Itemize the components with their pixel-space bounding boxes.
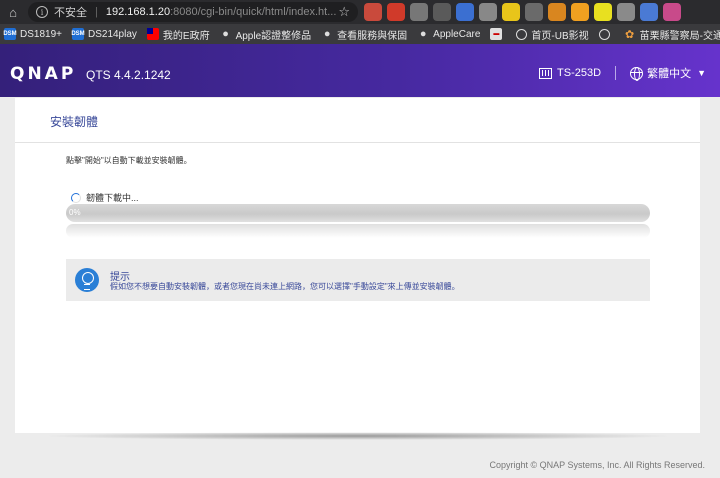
apple-icon: ● bbox=[419, 28, 427, 40]
apple-icon: ● bbox=[323, 28, 331, 40]
instruction-text: 點擊"開始"以自動下載並安裝韌體。 bbox=[66, 156, 192, 165]
browser-toolbar: ⌂ i 不安全 | 192.168.1.20 :8080/cgi-bin/qui… bbox=[0, 0, 720, 24]
extension-icon[interactable] bbox=[548, 3, 566, 21]
bookmark-item[interactable] bbox=[598, 28, 614, 40]
copyright: Copyright © QNAP Systems, Inc. All Right… bbox=[489, 460, 705, 470]
bookmark-label: DS1819+ bbox=[20, 28, 62, 40]
bookmark-label: 首页-UB影视 bbox=[531, 30, 589, 42]
bookmark-label: AppleCare bbox=[433, 28, 481, 40]
progress-label: 0% bbox=[69, 208, 81, 217]
bookmark-icon: ▬ bbox=[490, 28, 503, 40]
extension-icon[interactable] bbox=[640, 3, 658, 21]
bookmark-item[interactable]: ● 查看服務與保固 bbox=[321, 27, 407, 42]
extensions-bar bbox=[364, 3, 681, 21]
extension-icon[interactable] bbox=[456, 3, 474, 21]
page-title: 安裝韌體 bbox=[50, 115, 99, 129]
download-status-text: 韌體下載中... bbox=[86, 193, 139, 203]
lightbulb-icon bbox=[75, 268, 99, 292]
bookmark-item[interactable]: DSM DS1819+ bbox=[3, 28, 62, 40]
flower-icon: ✿ bbox=[625, 28, 635, 41]
extension-icon[interactable] bbox=[617, 3, 635, 21]
bookmark-item[interactable]: ● Apple認證整修品 bbox=[220, 27, 312, 42]
security-label: 不安全 bbox=[54, 7, 87, 19]
progress-reflection bbox=[66, 224, 650, 238]
language-selector[interactable]: 繁體中文 bbox=[647, 65, 691, 81]
extension-icon[interactable] bbox=[433, 3, 451, 21]
bookmark-item[interactable]: ▬ bbox=[490, 28, 506, 40]
tip-box: 提示 假如您不想要自動安裝韌體，或者您現在尚未連上網路，您可以選擇"手動設定"來… bbox=[66, 259, 650, 301]
download-status: 韌體下載中... bbox=[71, 191, 139, 204]
bookmark-label: 查看服務與保固 bbox=[337, 30, 408, 42]
chevron-down-icon[interactable]: ▼ bbox=[697, 68, 706, 78]
bookmark-label: Apple認證整修品 bbox=[235, 30, 312, 42]
bookmark-item[interactable]: 首页-UB影视 bbox=[516, 27, 589, 42]
extension-icon[interactable] bbox=[571, 3, 589, 21]
model-name: TS-253D bbox=[557, 67, 602, 79]
extension-icon[interactable] bbox=[525, 3, 543, 21]
dsm-icon: DSM bbox=[3, 28, 17, 40]
url-host: 192.168.1.20 bbox=[105, 6, 171, 18]
progress-bar: 0% bbox=[66, 204, 650, 222]
bookmark-item[interactable]: ● AppleCare bbox=[417, 28, 481, 40]
bookmark-item[interactable]: ✿ 苗栗縣警察局-交通... bbox=[624, 27, 720, 42]
spinner-icon bbox=[71, 192, 81, 203]
bookmark-label: 我的E政府 bbox=[162, 30, 210, 42]
globe-icon bbox=[516, 28, 528, 40]
extension-icon[interactable] bbox=[663, 3, 681, 21]
qnap-logo: QNAP bbox=[10, 64, 77, 84]
bookmark-item[interactable]: DSM DS214play bbox=[71, 28, 137, 40]
globe-icon bbox=[598, 28, 610, 40]
bookmark-label: DS214play bbox=[87, 28, 137, 40]
install-firmware-card: 安裝韌體 點擊"開始"以自動下載並安裝韌體。 韌體下載中... 0% 提示 假如… bbox=[15, 98, 700, 433]
separator: | bbox=[95, 6, 98, 18]
extension-icon[interactable] bbox=[479, 3, 497, 21]
extension-icon[interactable] bbox=[364, 3, 382, 21]
bookmark-label: 苗栗縣警察局-交通... bbox=[639, 30, 720, 42]
divider bbox=[15, 142, 700, 143]
bookmarks-bar: DSM DS1819+ DSM DS214play 我的E政府 ● Apple認證整修… bbox=[0, 24, 720, 44]
server-icon bbox=[539, 67, 553, 79]
info-icon[interactable]: i bbox=[36, 6, 48, 18]
tip-text: 假如您不想要自動安裝韌體，或者您現在尚未連上網路，您可以選擇"手動設定"來上傳並… bbox=[110, 282, 460, 291]
extension-icon[interactable] bbox=[594, 3, 612, 21]
card-shadow bbox=[40, 432, 676, 440]
extension-icon[interactable] bbox=[502, 3, 520, 21]
qnap-header: QNAP QTS 4.4.2.1242 TS-253D 繁體中文 ▼ bbox=[0, 44, 720, 97]
qts-version: QTS 4.4.2.1242 bbox=[86, 68, 171, 82]
globe-icon[interactable] bbox=[630, 66, 644, 81]
header-right: TS-253D 繁體中文 ▼ bbox=[539, 65, 706, 81]
header-divider bbox=[615, 66, 617, 80]
url-path: :8080/cgi-bin/quick/html/index.ht... bbox=[170, 6, 337, 18]
address-bar[interactable]: i 不安全 | 192.168.1.20 :8080/cgi-bin/quick… bbox=[28, 2, 358, 22]
bookmark-item[interactable]: 我的E政府 bbox=[146, 27, 210, 42]
extension-icon[interactable] bbox=[387, 3, 405, 21]
extension-icon[interactable] bbox=[410, 3, 428, 21]
star-icon[interactable]: ☆ bbox=[338, 4, 350, 20]
dsm-icon: DSM bbox=[71, 28, 85, 40]
apple-icon: ● bbox=[222, 28, 229, 40]
flag-icon bbox=[146, 28, 159, 40]
home-icon[interactable]: ⌂ bbox=[4, 3, 22, 21]
